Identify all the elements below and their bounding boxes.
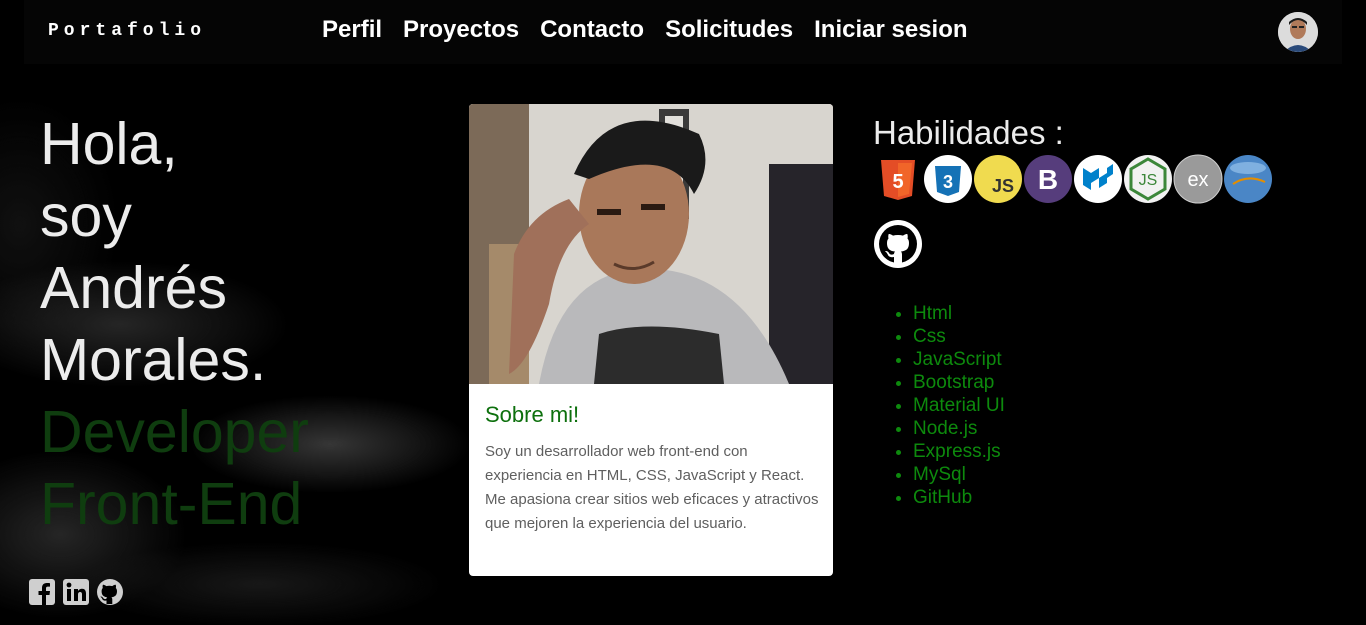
skill-item-mysql: MySql xyxy=(913,463,1005,486)
social-links xyxy=(28,578,124,606)
svg-text:5: 5 xyxy=(892,171,903,193)
about-text: Soy un desarrollador web front-end con e… xyxy=(485,443,819,532)
skill-item-material-ui: Material UI xyxy=(913,394,1005,417)
html5-icon: 5 xyxy=(881,160,915,200)
css3-icon: 3 xyxy=(924,155,972,203)
hero-line-last-name: Morales. xyxy=(40,327,267,393)
skills-title: Habilidades : xyxy=(873,114,1064,151)
svg-text:JS: JS xyxy=(992,176,1014,196)
hero-role-front-end: Front-End xyxy=(40,471,303,537)
github-icon xyxy=(874,220,922,268)
skill-item-css: Css xyxy=(913,325,1005,348)
skill-item-javascript: JavaScript xyxy=(913,348,1005,371)
hero-role-developer: Developer xyxy=(40,399,309,465)
svg-text:JS: JS xyxy=(1139,172,1158,189)
avatar[interactable] xyxy=(1278,12,1318,52)
material-ui-icon xyxy=(1074,155,1122,203)
bootstrap-icon: B xyxy=(1024,155,1072,203)
nav-link-proyectos[interactable]: Proyectos xyxy=(403,16,519,44)
brand-logo[interactable]: Portafolio xyxy=(48,21,206,41)
github-icon[interactable] xyxy=(96,578,124,606)
mysql-icon xyxy=(1224,155,1272,203)
nav-link-perfil[interactable]: Perfil xyxy=(322,16,382,44)
nav-links: Perfil Proyectos Contacto Solicitudes In… xyxy=(322,16,968,44)
svg-text:3: 3 xyxy=(943,172,953,192)
nav-link-solicitudes[interactable]: Solicitudes xyxy=(665,16,793,44)
skill-item-bootstrap: Bootstrap xyxy=(913,371,1005,394)
hero-line-intro: soy xyxy=(40,183,132,249)
javascript-icon: JS xyxy=(974,155,1022,203)
skill-item-html: Html xyxy=(913,302,1005,325)
user-avatar-icon xyxy=(1278,12,1318,52)
nav-link-contacto[interactable]: Contacto xyxy=(540,16,644,44)
svg-text:ex: ex xyxy=(1187,169,1208,191)
about-title: Sobre mi! xyxy=(485,402,580,427)
skill-item-nodejs: Node.js xyxy=(913,417,1005,440)
hero-line-greeting: Hola, xyxy=(40,111,178,177)
skill-item-expressjs: Express.js xyxy=(913,440,1005,463)
linkedin-icon[interactable] xyxy=(62,578,90,606)
skills-list: Html Css JavaScript Bootstrap Material U… xyxy=(893,302,1005,509)
nodejs-icon: JS xyxy=(1124,155,1172,203)
skill-item-github: GitHub xyxy=(913,486,1005,509)
express-icon: ex xyxy=(1173,154,1223,204)
svg-text:B: B xyxy=(1038,164,1058,195)
hero-line-first-name: Andrés xyxy=(40,255,227,321)
hero-heading: Hola, soy Andrés Morales. Developer Fron… xyxy=(40,108,309,540)
nav-link-iniciar-sesion[interactable]: Iniciar sesion xyxy=(814,16,967,44)
about-card: Sobre mi! Soy un desarrollador web front… xyxy=(469,104,833,576)
profile-photo xyxy=(469,104,833,384)
facebook-icon[interactable] xyxy=(28,578,56,606)
